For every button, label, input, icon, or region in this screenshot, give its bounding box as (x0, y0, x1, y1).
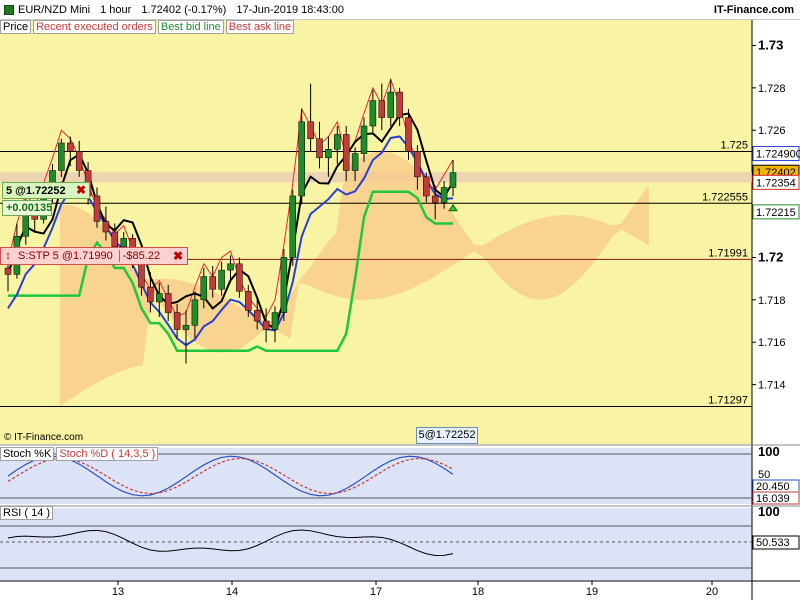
stoch-legend: Stoch %K Stoch %D ( 14,3,5 ) (0, 447, 160, 461)
time-tick-label: 14 (226, 586, 238, 598)
candle-body (369, 100, 377, 127)
level-label-3: 1.71297 (708, 394, 748, 406)
time-tick-label: 17 (370, 586, 382, 598)
candle-body (431, 195, 439, 203)
candle-body (218, 269, 225, 290)
candle-body (271, 312, 279, 330)
candle-body (58, 142, 65, 171)
candle-body (423, 176, 430, 197)
time-tick-label: 19 (586, 586, 598, 598)
time-tick-label: 20 (706, 586, 718, 598)
stoch-mid-tick: 50 (758, 469, 770, 481)
position-pnl: +0.00135 (2, 200, 52, 216)
candle-body (138, 261, 145, 288)
candle-body (342, 134, 350, 171)
candle-body (227, 263, 234, 271)
candle-body (67, 142, 74, 152)
level-label-1: 1.722555 (702, 191, 748, 203)
legend-ask-line[interactable]: Best ask line (225, 20, 295, 34)
candle-body (75, 151, 83, 171)
time-tick-label: 13 (112, 586, 124, 598)
level-label-2: 1.71991 (708, 247, 748, 259)
stoch-d-label[interactable]: Stoch %D ( 14,3,5 ) (56, 447, 159, 461)
rsi-label[interactable]: RSI ( 14 ) (0, 506, 54, 520)
price-marker-label-2: 1.72354 (756, 177, 796, 189)
candle-body (111, 231, 119, 248)
chart-topbar: EUR/NZD Mini 1 hour 1.72402 (-0.17%) 17-… (0, 0, 800, 20)
rsi-value: 50.533 (756, 537, 790, 549)
price-tick-label: 1.726 (758, 125, 786, 137)
candle-body (102, 221, 110, 233)
price-tick-label: 1.718 (758, 295, 786, 307)
executed-order-tag[interactable]: 5@1.72252 (416, 427, 478, 444)
candle-body (280, 257, 288, 313)
candle-body (298, 121, 305, 197)
candle-body (253, 310, 261, 322)
candle-body (120, 238, 127, 248)
stoch-k-value: 20.450 (756, 481, 790, 493)
candle-body (307, 121, 314, 139)
candle-body (387, 91, 394, 118)
candle-body (245, 291, 252, 311)
candle-body (360, 125, 368, 154)
last-change-label: 1.72402 (-0.17%) (141, 3, 227, 16)
rsi-top-tick: 100 (758, 504, 780, 519)
rsi-pane-bg (0, 508, 752, 580)
stoch-top-tick: 100 (758, 444, 780, 459)
candle-body (182, 325, 190, 330)
price-marker-label-3: 1.72215 (756, 207, 796, 219)
legend-recent-orders[interactable]: Recent executed orders (33, 20, 156, 34)
price-tick-label: 1.716 (758, 337, 786, 349)
candle-body (316, 138, 323, 159)
chart-canvas[interactable]: 1.725 1.722555 1.71991 1.71297 1.73 1.728 1.72… (0, 20, 800, 600)
position-label: 5 @1.72252 (6, 184, 66, 197)
candle-body (4, 267, 12, 275)
price-legend: Price Recent executed orders Best bid li… (0, 20, 296, 34)
drag-order-icon[interactable]: ↕ (1, 250, 15, 262)
stop-order-pnl: -$85.22 (118, 250, 163, 262)
price-tick-label: 1.73 (758, 37, 783, 52)
level-label-0: 1.725 (720, 139, 748, 151)
price-tick-label: 1.714 (758, 380, 786, 392)
candle-body (378, 100, 386, 118)
candle-body (289, 195, 297, 258)
candle-body (93, 195, 101, 222)
legend-price[interactable]: Price (0, 20, 32, 34)
candle-body (191, 299, 199, 326)
timeframe-label[interactable]: 1 hour (100, 4, 131, 16)
rsi-legend: RSI ( 14 ) (0, 506, 55, 520)
stop-order-box[interactable]: ↕ S:STP 5 @1.71990 -$85.22 ✖ (0, 247, 188, 265)
candle-body (449, 172, 457, 188)
candle-body (396, 91, 403, 118)
chart-type-icon[interactable] (4, 4, 14, 15)
candle-body (325, 149, 332, 159)
candle-body (156, 293, 163, 303)
candle-body (147, 286, 154, 303)
price-tick-label: 1.72 (758, 249, 783, 264)
position-box[interactable]: 5 @1.72252 ✖ (2, 182, 90, 199)
cancel-order-icon[interactable]: ✖ (173, 249, 183, 263)
candle-body (334, 134, 341, 150)
symbol-label[interactable]: EUR/NZD Mini (18, 4, 90, 16)
brand-label: IT-Finance.com (713, 4, 794, 16)
price-tick-label: 1.728 (758, 83, 786, 95)
candle-body (209, 276, 216, 290)
close-position-icon[interactable]: ✖ (76, 183, 86, 197)
stoch-k-label[interactable]: Stoch %K (0, 447, 55, 461)
candle-body (405, 117, 412, 152)
candle-body (351, 153, 359, 171)
candle-body (164, 293, 172, 313)
time-tick-label: 18 (472, 586, 484, 598)
legend-bid-line[interactable]: Best bid line (157, 20, 224, 34)
watermark: © IT-Finance.com (4, 432, 84, 443)
candle-body (440, 187, 448, 203)
candle-body (414, 151, 421, 178)
datetime-label: 17-Jun-2019 18:43:00 (236, 3, 344, 16)
price-marker-label-0: 1.724900 (756, 149, 800, 161)
candle-body (173, 312, 181, 330)
candle-body (262, 320, 270, 330)
candle-body (236, 263, 243, 292)
stop-order-label: S:STP 5 @1.71990 (18, 250, 113, 262)
candle-body (200, 276, 208, 301)
